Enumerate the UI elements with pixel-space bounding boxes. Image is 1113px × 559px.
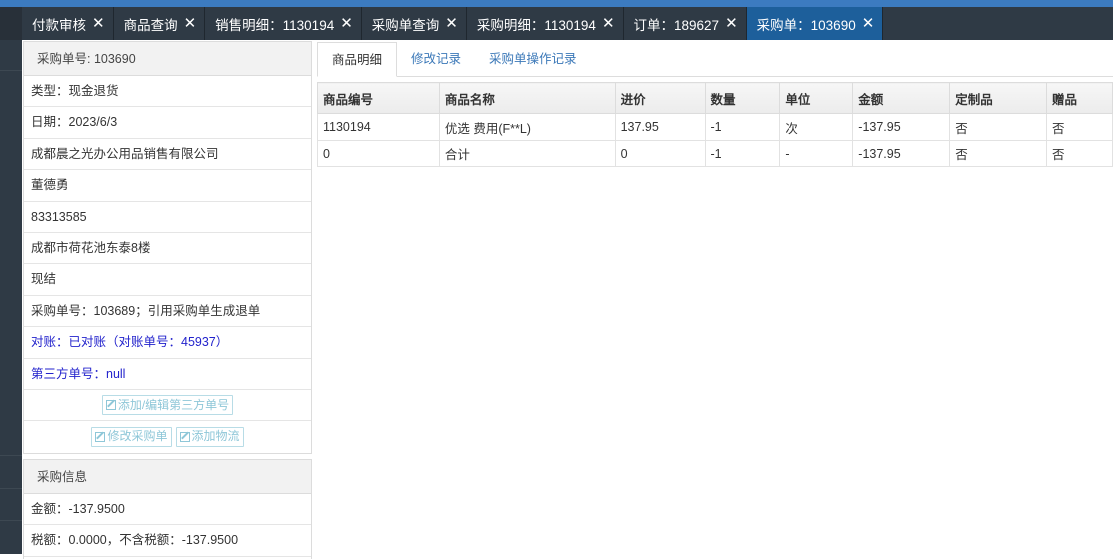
rail-divider [0,488,22,489]
table-header-row: 商品编号 商品名称 进价 数量 单位 金额 定制品 赠品 [317,82,1113,114]
tab-label: 销售明细：1130194 [215,17,335,33]
tab-purchase-order[interactable]: 采购单：103690 ✕ [746,7,884,40]
order-type: 类型：现金退货 [24,76,311,108]
column-header[interactable]: 商品编号 [317,82,440,114]
payment-method: 现结 [24,264,311,296]
close-icon[interactable]: ✕ [92,16,105,31]
order-date: 日期：2023/6/3 [24,107,311,139]
table-total-row: 0 合计 0 -1 - -137.95 否 否 [317,140,1113,167]
purchase-info-header: 采购信息 [24,460,311,494]
close-icon[interactable]: ✕ [862,16,875,31]
main-content: 商品明细 修改记录 采购单操作记录 商品编号 商品名称 进价 数量 单位 金额 … [317,40,1113,554]
table-row[interactable]: 1130194 优选 费用(F**L) 137.95 -1 次 -137.95 … [317,113,1113,141]
subtab-change-log[interactable]: 修改记录 [397,42,475,77]
table-cell: 否 [1046,140,1113,167]
third-party-actions: 添加/编辑第三方单号 [24,390,311,422]
tab-bar: 付款审核 ✕ 商品查询 ✕ 销售明细：1130194 ✕ 采购单查询 ✕ 采购明细：11… [0,7,1113,40]
tab-label: 采购单查询 [371,17,440,33]
supplier-address: 成都市荷花池东泰8楼 [24,233,311,265]
edit-order-button[interactable]: 修改采购单 [91,426,172,447]
tab-label: 采购单：103690 [756,17,856,33]
detail-subtabs: 商品明细 修改记录 采购单操作记录 [317,42,1113,77]
order-number-header: 采购单号: 103690 [24,42,311,76]
purchase-info-panel: 采购信息 金额：-137.9500 税额：0.0000，不含税额：-137.95… [23,459,312,559]
table-cell: -1 [704,140,781,167]
button-label: 添加物流 [191,429,240,444]
close-icon[interactable]: ✕ [340,16,353,31]
edit-icon [95,431,106,442]
table-cell: 否 [949,113,1048,141]
table-cell: -137.95 [852,113,951,141]
tab-purchase-detail[interactable]: 采购明细：1130194 ✕ [466,7,624,40]
tab-label: 商品查询 [123,17,178,33]
table-cell: 优选 费用(F**L) [438,113,616,141]
reference-order: 采购单号：103689；引用采购单生成退单 [24,296,311,328]
column-header[interactable]: 金额 [852,82,951,114]
purchase-amount: 金额：-137.9500 [24,494,311,526]
close-icon[interactable]: ✕ [602,16,615,31]
order-actions: 修改采购单 添加物流 [24,421,311,452]
close-icon[interactable]: ✕ [725,16,738,31]
tabbar-left-strip [0,7,22,40]
button-label: 修改采购单 [107,429,168,444]
table-cell: - [779,140,854,167]
edit-icon [105,400,116,411]
subtab-product-detail[interactable]: 商品明细 [317,42,398,77]
column-header[interactable]: 定制品 [949,82,1048,114]
top-accent-bar [0,0,1113,7]
rail-divider [0,520,22,521]
table-cell: 137.95 [614,113,706,141]
table-cell: 1130194 [317,113,440,141]
tab-order[interactable]: 订单：189627 ✕ [623,7,747,40]
reconcile-link[interactable]: 对账：已对账（对账单号：45937） [24,327,311,359]
product-table: 商品编号 商品名称 进价 数量 单位 金额 定制品 赠品 1130194 优选 … [317,82,1113,167]
tab-label: 付款审核 [32,17,86,33]
left-nav-rail [0,40,22,554]
close-icon[interactable]: ✕ [184,16,197,31]
button-label: 添加/编辑第三方单号 [117,397,230,412]
tab-purchase-query[interactable]: 采购单查询 ✕ [361,7,467,40]
table-cell: 否 [949,140,1048,167]
tab-label: 订单：189627 [633,17,720,33]
purchase-tax: 税额：0.0000，不含税额：-137.9500 [24,525,311,557]
contact-name: 董德勇 [24,170,311,202]
table-cell: 0 [317,140,440,167]
table-cell: 次 [779,113,854,141]
tab-payment-review[interactable]: 付款审核 ✕ [22,7,114,40]
order-info-panel: 采购单号: 103690 类型：现金退货 日期：2023/6/3 成都晨之光办公… [23,41,312,454]
table-cell: 否 [1046,113,1113,141]
tab-product-query[interactable]: 商品查询 ✕ [113,7,206,40]
third-party-number[interactable]: 第三方单号：null [24,359,311,390]
subtab-operation-log[interactable]: 采购单操作记录 [475,42,591,77]
table-cell: 0 [614,140,706,167]
rail-divider [0,70,22,71]
table-cell: -1 [704,113,781,141]
edit-icon [179,431,190,442]
edit-third-party-button[interactable]: 添加/编辑第三方单号 [101,395,234,416]
contact-phone: 83313585 [24,202,311,233]
column-header[interactable]: 单位 [779,82,854,114]
supplier-name: 成都晨之光办公用品销售有限公司 [24,139,311,171]
column-header[interactable]: 商品名称 [438,82,616,114]
column-header[interactable]: 赠品 [1046,82,1113,114]
column-header[interactable]: 数量 [704,82,781,114]
close-icon[interactable]: ✕ [445,16,458,31]
column-header[interactable]: 进价 [614,82,706,114]
tabs-container: 付款审核 ✕ 商品查询 ✕ 销售明细：1130194 ✕ 采购单查询 ✕ 采购明细：11… [22,7,884,40]
tab-sales-detail[interactable]: 销售明细：1130194 ✕ [205,7,362,40]
rail-divider [0,455,22,456]
table-cell: 合计 [438,140,616,167]
table-cell: -137.95 [852,140,951,167]
tab-label: 采购明细：1130194 [476,17,596,33]
add-logistics-button[interactable]: 添加物流 [175,426,244,447]
